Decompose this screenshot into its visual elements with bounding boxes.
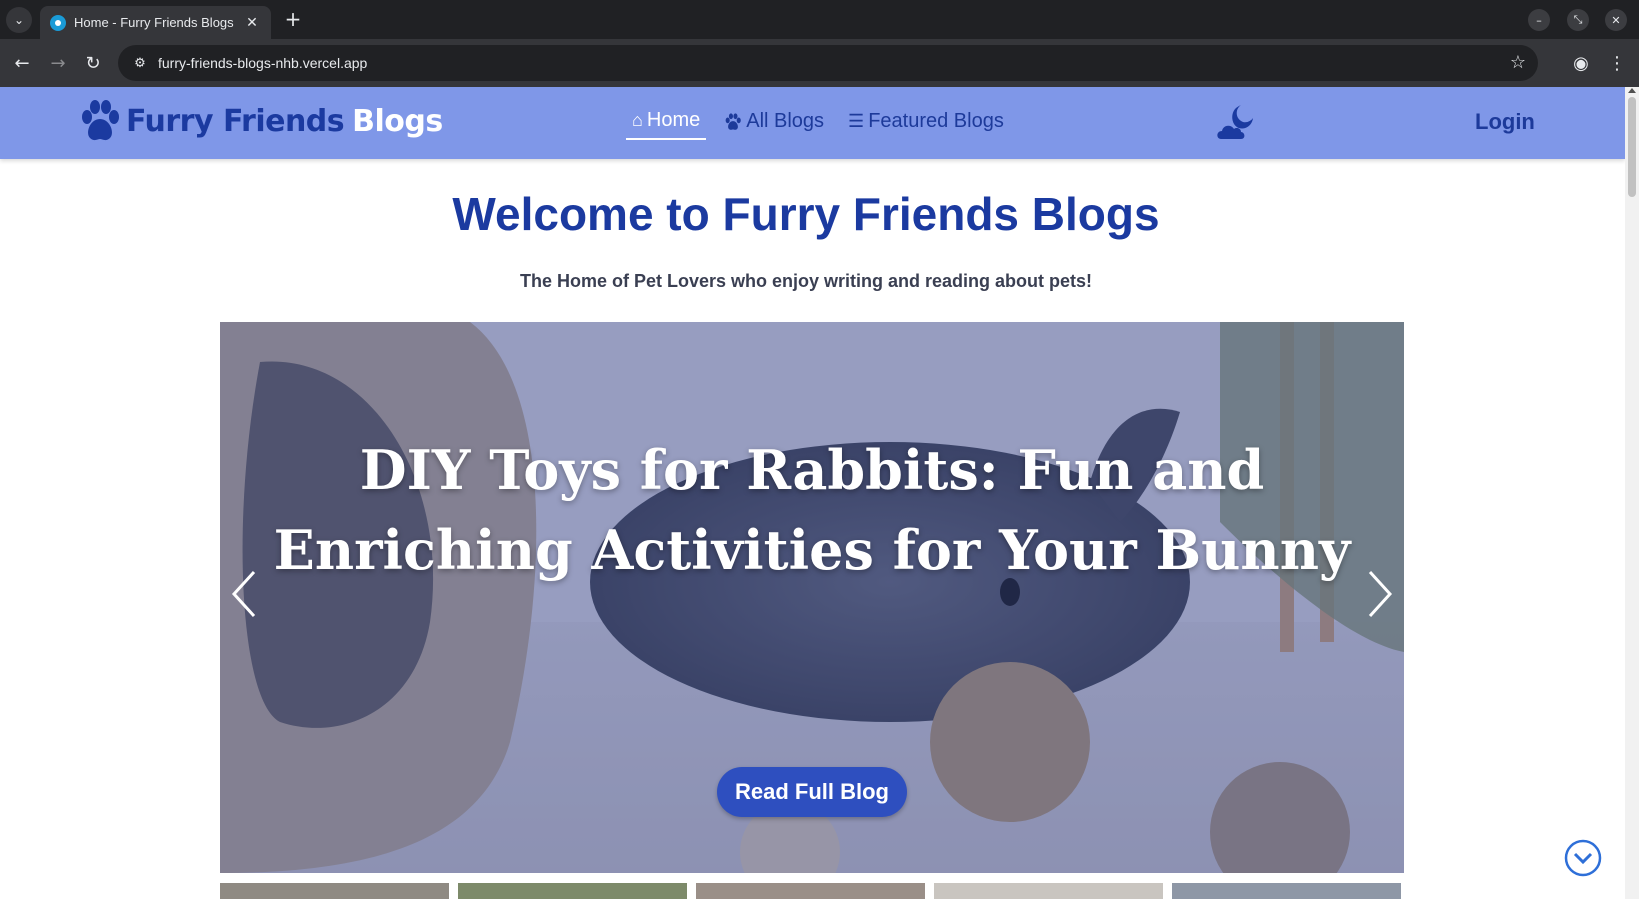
new-tab-button[interactable]: + [282, 8, 304, 30]
nav-link-label: All Blogs [746, 110, 825, 132]
bookmark-star-icon[interactable]: ☆ [1510, 52, 1526, 73]
page-tagline: The Home of Pet Lovers who enjoy writing… [519, 271, 1093, 291]
reload-button[interactable]: ↻ [81, 51, 105, 75]
browser-tab[interactable]: Home - Furry Friends Blogs ✕ [40, 6, 271, 39]
paw-logo-icon [82, 100, 119, 141]
main-nav: ⌂ Home All Blogs ☰ Featured Blogs [626, 107, 1022, 140]
list-icon: ☰ [848, 111, 865, 131]
login-link[interactable]: Login [1475, 109, 1535, 135]
page-scrollbar[interactable] [1625, 87, 1639, 899]
site-info-icon[interactable]: ⚙ [122, 45, 158, 81]
scroll-up-arrow[interactable] [1628, 88, 1636, 93]
brand-name-part2: Blogs [352, 103, 443, 139]
thumbnail-1[interactable] [220, 883, 449, 899]
thumbnail-3[interactable] [696, 883, 925, 899]
tab-title: Home - Furry Friends Blogs [74, 15, 234, 30]
scrollbar-thumb[interactable] [1628, 97, 1636, 197]
paw-icon [724, 111, 742, 132]
address-bar[interactable]: ⚙ furry-friends-blogs-nhb.vercel.app ☆ [118, 45, 1538, 81]
slide-title: DIY Toys for Rabbits: Fun and Enriching … [273, 438, 1351, 582]
featured-carousel: DIY Toys for Rabbits: Fun and Enriching … [220, 322, 1404, 873]
minimize-button[interactable]: – [1528, 9, 1550, 31]
browser-toolbar: ← → ↻ ⚙ furry-friends-blogs-nhb.vercel.a… [0, 39, 1639, 87]
page-viewport: Furry Friends Blogs ⌂ Home All Blogs ☰ F… [0, 87, 1625, 899]
browser-tabbar: ⌄ Home - Furry Friends Blogs ✕ + – ⤡ ✕ [0, 0, 1639, 39]
page-title: Welcome to Furry Friends Blogs [452, 188, 1160, 240]
tab-search-button[interactable]: ⌄ [6, 7, 32, 33]
nav-link-label: Home [646, 109, 701, 131]
forward-button[interactable]: → [46, 51, 70, 75]
profile-icon[interactable]: ◉ [1569, 51, 1593, 75]
favicon-icon [50, 14, 66, 31]
nav-link-home[interactable]: ⌂ Home [626, 107, 707, 140]
read-full-blog-button[interactable]: Read Full Blog [717, 767, 907, 817]
nav-link-label: Featured Blogs [868, 110, 1004, 132]
site-navbar: Furry Friends Blogs ⌂ Home All Blogs ☰ F… [0, 87, 1625, 159]
carousel-next-button[interactable] [1360, 564, 1400, 624]
close-tab-icon[interactable]: ✕ [243, 15, 261, 31]
url-text: furry-friends-blogs-nhb.vercel.app [158, 55, 368, 71]
brand-name-part1: Furry Friends [126, 103, 345, 139]
close-window-button[interactable]: ✕ [1605, 9, 1627, 31]
nav-link-featured-blogs[interactable]: ☰ Featured Blogs [842, 108, 1010, 139]
restore-button[interactable]: ⤡ [1567, 9, 1589, 31]
nav-link-all-blogs[interactable]: All Blogs [718, 108, 830, 139]
thumbnail-2[interactable] [458, 883, 687, 899]
back-button[interactable]: ← [10, 51, 34, 75]
moon-cloud-icon[interactable] [1215, 103, 1255, 143]
browser-menu-icon[interactable]: ⋮ [1605, 51, 1629, 75]
carousel-thumbnails [220, 883, 1404, 899]
scroll-down-icon[interactable] [1564, 839, 1602, 877]
carousel-prev-button[interactable] [224, 564, 264, 624]
home-icon: ⌂ [632, 110, 643, 130]
brand-logo[interactable]: Furry Friends Blogs [80, 99, 443, 143]
thumbnail-4[interactable] [934, 883, 1163, 899]
thumbnail-5[interactable] [1172, 883, 1401, 899]
